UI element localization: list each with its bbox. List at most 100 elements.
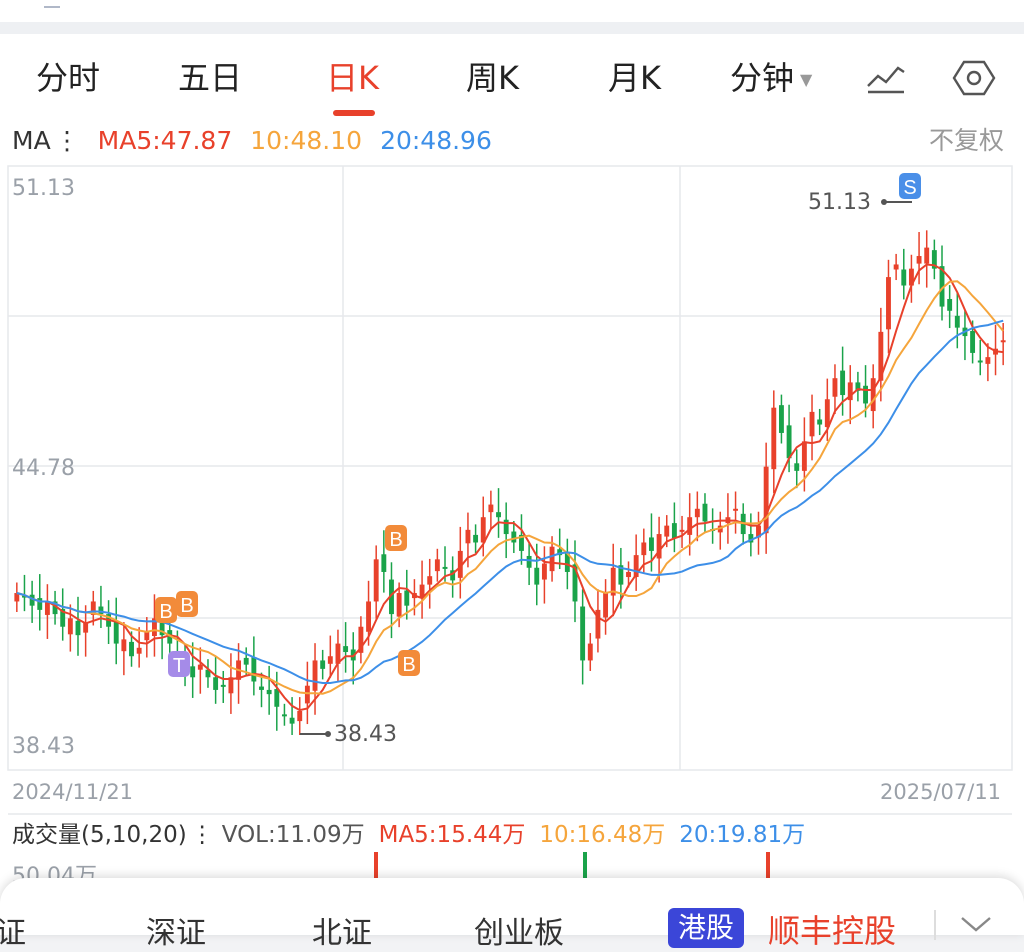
trade-marker-buy: B — [398, 650, 420, 676]
trade-marker-buy: B — [155, 597, 177, 623]
candle-body — [809, 411, 815, 437]
candle-body — [733, 508, 739, 511]
trade-marker-t: T — [168, 651, 190, 677]
candle-body — [687, 517, 693, 535]
candle-body — [381, 554, 387, 572]
candle-body — [526, 555, 532, 568]
candle-body — [259, 686, 264, 690]
candle-body — [870, 378, 876, 412]
candle-body — [534, 567, 540, 585]
nav-sz[interactable]: 深证 — [146, 908, 206, 952]
candle-body — [289, 717, 295, 724]
candle-body — [213, 677, 219, 690]
candle-body — [488, 504, 494, 513]
candle-body — [113, 621, 119, 644]
nav-chinext[interactable]: 创业板 — [474, 908, 564, 952]
candle-body — [121, 639, 127, 652]
candle-body — [1000, 340, 1006, 343]
start-date: 2024/11/21 — [12, 780, 134, 804]
trade-markers: B BTBBS — [155, 173, 921, 677]
candle-body — [664, 525, 670, 537]
nav-sh[interactable]: 证 — [0, 908, 26, 952]
vol-ma5: MA5:15.44万 — [378, 822, 526, 848]
candle-body — [281, 714, 287, 717]
max-leader-dot — [881, 199, 887, 205]
trade-marker-buy: B — [385, 525, 407, 551]
candle-body — [197, 664, 203, 670]
trade-marker-label: B — [389, 529, 402, 551]
ma5-line — [16, 263, 1004, 712]
end-date: 2025/07/11 — [880, 780, 1002, 804]
candle-body — [366, 601, 371, 632]
chart-grid — [7, 165, 1013, 815]
candle-body — [679, 529, 685, 532]
candle-body — [549, 546, 555, 572]
candle-body — [863, 385, 868, 404]
candle-body — [98, 606, 104, 615]
trade-marker-sell: S — [899, 173, 921, 199]
candle-body — [641, 542, 647, 556]
candle-body — [901, 269, 907, 286]
candle-body — [465, 529, 471, 544]
hk-badge[interactable]: 港股 — [668, 908, 745, 948]
candle-body — [511, 531, 517, 543]
candle-body — [373, 559, 379, 602]
max-price-marker: 51.13 — [808, 190, 871, 215]
candle-body — [893, 264, 899, 270]
candle-body — [266, 689, 272, 695]
candle-body — [916, 256, 922, 264]
candle-body — [778, 405, 784, 433]
candle-body — [434, 559, 440, 572]
candle-body — [320, 660, 326, 669]
candle-body — [954, 315, 960, 328]
volume-menu-icon[interactable]: ⋮ — [191, 822, 214, 848]
candle-body — [496, 512, 501, 518]
candle-body — [832, 378, 838, 397]
candle-body — [503, 519, 509, 535]
expand-chevron-icon[interactable] — [958, 912, 994, 940]
candle-body — [603, 593, 609, 618]
plot-frame — [7, 165, 1013, 771]
candle-body — [327, 656, 333, 664]
candles — [14, 230, 1006, 735]
candle-body — [343, 646, 349, 653]
nav-bj[interactable]: 北证 — [312, 908, 372, 952]
trade-marker-label: S — [903, 177, 916, 199]
candle-body — [794, 463, 800, 471]
candle-body — [771, 407, 777, 470]
candle-body — [129, 641, 134, 657]
candle-body — [312, 660, 318, 691]
candle-body — [251, 657, 257, 682]
candle-body — [404, 590, 410, 606]
candle-body — [396, 593, 402, 617]
ma20-line — [16, 319, 1004, 684]
vol-ma20: 20:19.81万 — [679, 822, 806, 848]
vol-value: VOL:11.09万 — [221, 822, 365, 848]
trade-marker-label: T — [173, 655, 185, 677]
candle-body — [786, 425, 792, 459]
nav-divider — [934, 910, 936, 940]
candle-body — [801, 441, 807, 471]
candle-body — [924, 247, 930, 264]
min-price-marker: 38.43 — [334, 722, 397, 747]
candle-body — [304, 685, 310, 704]
candle-body — [587, 643, 593, 661]
candle-body — [947, 298, 953, 311]
candle-body — [297, 710, 303, 722]
candle-body — [220, 684, 226, 687]
candle-body — [541, 563, 547, 580]
axis-low-label: 38.43 — [12, 734, 75, 759]
candle-body — [473, 534, 479, 543]
candle-body — [649, 537, 654, 551]
ma10-line — [16, 280, 1004, 695]
candle-body — [671, 523, 677, 539]
candle-body — [970, 331, 976, 353]
stock-name[interactable]: 顺丰控股 — [768, 906, 896, 952]
trade-marker-label: B — [159, 601, 172, 623]
kline-chart[interactable]: B BTBBS — [0, 0, 1024, 935]
candle-body — [840, 370, 846, 396]
candle-body — [274, 689, 280, 707]
candle-body — [694, 508, 700, 518]
volume-label: 成交量(5,10,20) — [12, 822, 187, 848]
candle-body — [67, 618, 73, 635]
